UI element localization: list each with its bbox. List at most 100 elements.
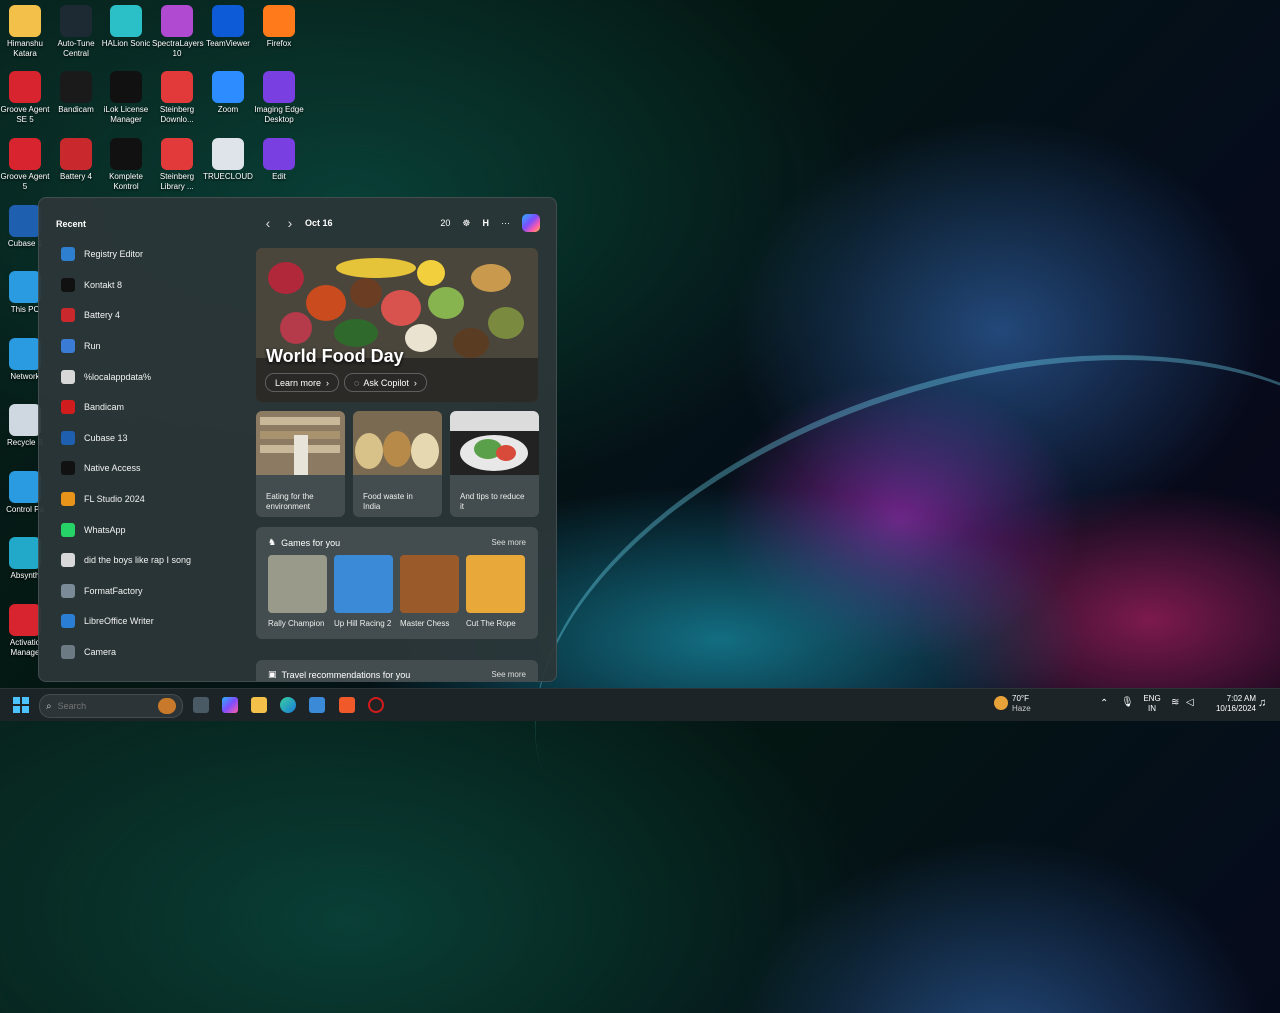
recent-item[interactable]: did the boys like rap I song xyxy=(61,545,251,576)
search-icon xyxy=(61,553,75,568)
recent-item[interactable]: Kontakt 8 xyxy=(61,270,251,301)
registry-icon xyxy=(61,247,75,262)
recent-item[interactable]: Native Access xyxy=(61,453,251,484)
recent-item-label: Registry Editor xyxy=(84,249,144,260)
brave-icon[interactable] xyxy=(339,697,355,713)
desktop-icon-label: iLok License Manager xyxy=(103,105,149,124)
more-options-button[interactable]: ··· xyxy=(501,218,510,228)
copilot-taskbar-icon[interactable] xyxy=(222,697,238,713)
recent-item[interactable]: WhatsApp xyxy=(61,514,251,545)
desktop-icon[interactable]: HALion Sonic xyxy=(101,5,151,49)
weather-temp: 70°F xyxy=(1012,694,1029,703)
start-button[interactable] xyxy=(13,697,29,713)
travel-see-more-link[interactable]: See more xyxy=(491,670,526,679)
wallpaper-swoosh xyxy=(463,253,1280,1013)
hero-title: World Food Day xyxy=(266,346,404,366)
news-card-1[interactable]: Eating for the environment xyxy=(256,411,345,517)
recent-item-label: FL Studio 2024 xyxy=(84,494,145,505)
recent-item[interactable]: FormatFactory xyxy=(61,576,251,607)
copilot-icon[interactable] xyxy=(522,214,540,232)
desktop-icon[interactable]: Imaging Edge Desktop xyxy=(254,71,304,125)
ask-copilot-button[interactable]: ◌ Ask Copilot › xyxy=(344,373,427,392)
bandicam-icon xyxy=(60,71,92,103)
desktop-icon[interactable]: Groove Agent SE 5 xyxy=(0,71,50,125)
learn-more-button[interactable]: Learn more › xyxy=(265,373,340,392)
prev-day-button[interactable]: ‹ xyxy=(255,215,281,231)
card-image xyxy=(353,411,442,475)
file-explorer-icon[interactable] xyxy=(251,697,267,713)
desktop-icon[interactable]: Himanshu Katara xyxy=(0,5,50,59)
recent-item[interactable]: Camera xyxy=(61,637,251,668)
desktop-icon[interactable]: Steinberg Downlo... xyxy=(152,71,202,125)
weather-icon[interactable] xyxy=(994,696,1008,710)
desktop-icon-label: TeamViewer xyxy=(206,39,250,48)
desktop-icon[interactable]: Komplete Kontrol xyxy=(101,138,151,192)
recent-item[interactable]: Registry Editor xyxy=(61,239,251,270)
game-tile[interactable]: Master Chess xyxy=(400,555,460,628)
recent-item[interactable]: LibreOffice Writer xyxy=(61,606,251,637)
monitor-icon xyxy=(9,271,41,303)
desktop-icon[interactable]: Groove Agent 5 xyxy=(0,138,50,192)
recent-item-label: Kontakt 8 xyxy=(84,279,123,290)
weather-desc: Haze xyxy=(1012,704,1031,713)
travel-section: ▣ Travel recommendations for you See mor… xyxy=(256,660,538,681)
desktop-icon[interactable]: Battery 4 xyxy=(51,138,101,182)
edge-icon[interactable] xyxy=(280,697,296,713)
camera-icon xyxy=(61,645,75,660)
recent-item[interactable]: Battery 4 xyxy=(61,300,251,331)
recent-item-label: Native Access xyxy=(84,463,141,474)
cloud-icon xyxy=(212,138,244,170)
desktop-icon-label: Groove Agent 5 xyxy=(0,172,50,191)
chevron-right-icon: › xyxy=(413,377,417,388)
taskbar-search[interactable]: ⌕ xyxy=(39,694,183,718)
store-icon[interactable] xyxy=(309,697,325,713)
language-indicator[interactable]: ENG IN xyxy=(1141,694,1163,714)
desktop-icon-label: Groove Agent SE 5 xyxy=(0,105,50,124)
chevron-up-icon[interactable]: ⌃ xyxy=(1100,699,1108,709)
wifi-icon[interactable]: ≋ xyxy=(1171,698,1179,708)
desktop-icon-label: Steinberg Library ... xyxy=(159,172,195,191)
volume-icon[interactable]: ◁ xyxy=(1186,698,1194,708)
search-input[interactable] xyxy=(55,700,140,712)
desktop-icon[interactable]: iLok License Manager xyxy=(101,71,151,125)
temperature-badge[interactable]: 20 xyxy=(440,218,450,228)
recent-item[interactable]: FL Studio 2024 xyxy=(61,484,251,515)
game-tile[interactable]: Rally Champion xyxy=(268,555,328,628)
recent-item[interactable]: Bandicam xyxy=(61,392,251,423)
desktop-icon[interactable]: Edit xyxy=(254,138,304,182)
autotune-icon xyxy=(60,5,92,37)
microphone-icon[interactable]: 🎙 xyxy=(1121,698,1134,708)
desktop-icon[interactable]: Bandicam xyxy=(51,71,101,115)
chat-icon: ◌ xyxy=(354,377,360,388)
profile-avatar[interactable]: H xyxy=(483,218,490,228)
desktop-icon-label: Bandicam xyxy=(58,105,94,114)
desktop-icon[interactable]: Zoom xyxy=(203,71,253,115)
clock[interactable]: 7:02 AM 10/16/2024 xyxy=(1200,694,1256,714)
libreoffice-writer-icon xyxy=(61,614,75,629)
card-image xyxy=(450,411,539,475)
chevron-right-icon: › xyxy=(326,377,330,388)
desktop-icon[interactable]: TeamViewer xyxy=(203,5,253,49)
desktop-icon[interactable]: Auto-Tune Central xyxy=(51,5,101,59)
game-tile[interactable]: Up Hill Racing 2 xyxy=(334,555,394,628)
recent-item[interactable]: Run xyxy=(61,331,251,362)
task-view-icon[interactable] xyxy=(193,697,209,713)
game-tile[interactable]: Cut The Rope xyxy=(466,555,526,628)
control-panel-icon xyxy=(9,471,41,503)
notification-bell-icon[interactable]: ♫ xyxy=(1258,698,1266,709)
news-card-3[interactable]: And tips to reduce it xyxy=(450,411,539,517)
desktop-icon[interactable]: TRUECLOUD xyxy=(203,138,253,182)
weather-widget[interactable]: 70°F Haze xyxy=(1012,694,1031,714)
games-see-more-link[interactable]: See more xyxy=(491,538,526,547)
rewards-icon[interactable]: ☸ xyxy=(462,218,470,229)
desktop-icon[interactable]: Firefox xyxy=(254,5,304,49)
desktop-icon[interactable]: SpectraLayers 10 xyxy=(152,5,204,59)
hero-card[interactable]: World Food Day Learn more › ◌ Ask Copilo… xyxy=(256,248,538,402)
bandicam-taskbar-icon[interactable] xyxy=(368,697,384,713)
lang-top: ENG xyxy=(1143,694,1161,703)
recent-item[interactable]: %localappdata% xyxy=(61,361,251,392)
news-card-2[interactable]: Food waste in India xyxy=(353,411,442,517)
recent-item[interactable]: Cubase 13 xyxy=(61,423,251,454)
next-day-button[interactable]: › xyxy=(281,215,299,231)
desktop-icon[interactable]: Steinberg Library ... xyxy=(152,138,202,192)
